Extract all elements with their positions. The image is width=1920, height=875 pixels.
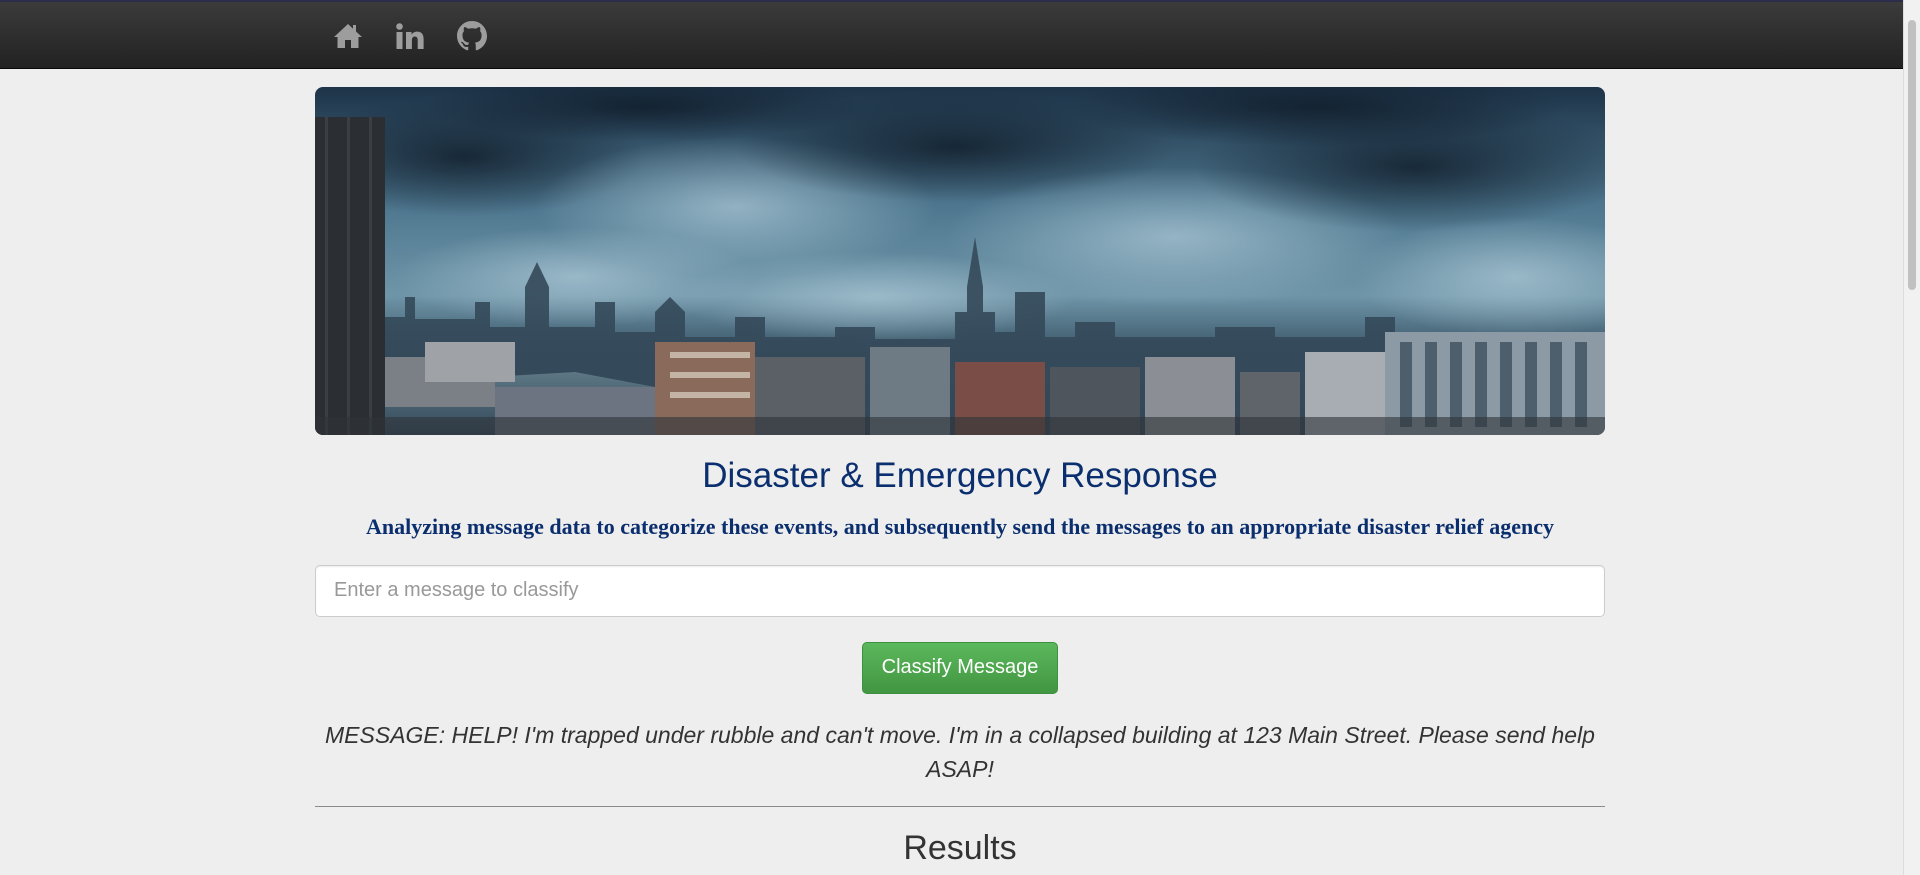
section-divider bbox=[315, 805, 1605, 807]
classify-message-button[interactable]: Classify Message bbox=[861, 641, 1059, 694]
home-icon bbox=[334, 24, 362, 48]
github-link[interactable] bbox=[454, 18, 490, 54]
classified-message-text: MESSAGE: HELP! I'm trapped under rubble … bbox=[325, 721, 1595, 782]
button-row: Classify Message bbox=[315, 641, 1605, 694]
hero-banner-image bbox=[315, 87, 1605, 435]
nav-icon-group bbox=[330, 18, 490, 54]
page-scrollbar[interactable] bbox=[1903, 0, 1920, 875]
linkedin-link[interactable] bbox=[392, 18, 428, 54]
message-form bbox=[315, 564, 1605, 617]
page-subtitle: Analyzing message data to categorize the… bbox=[366, 513, 1554, 539]
message-input[interactable] bbox=[315, 564, 1605, 617]
scrollbar-thumb[interactable] bbox=[1908, 20, 1916, 290]
main-container: Disaster & Emergency Response Analyzing … bbox=[315, 87, 1605, 868]
home-link[interactable] bbox=[330, 18, 366, 54]
top-navbar bbox=[0, 0, 1920, 69]
linkedin-icon bbox=[396, 23, 424, 49]
page-title: Disaster & Emergency Response bbox=[702, 456, 1218, 495]
results-heading: Results bbox=[903, 828, 1017, 867]
github-icon bbox=[457, 21, 487, 51]
